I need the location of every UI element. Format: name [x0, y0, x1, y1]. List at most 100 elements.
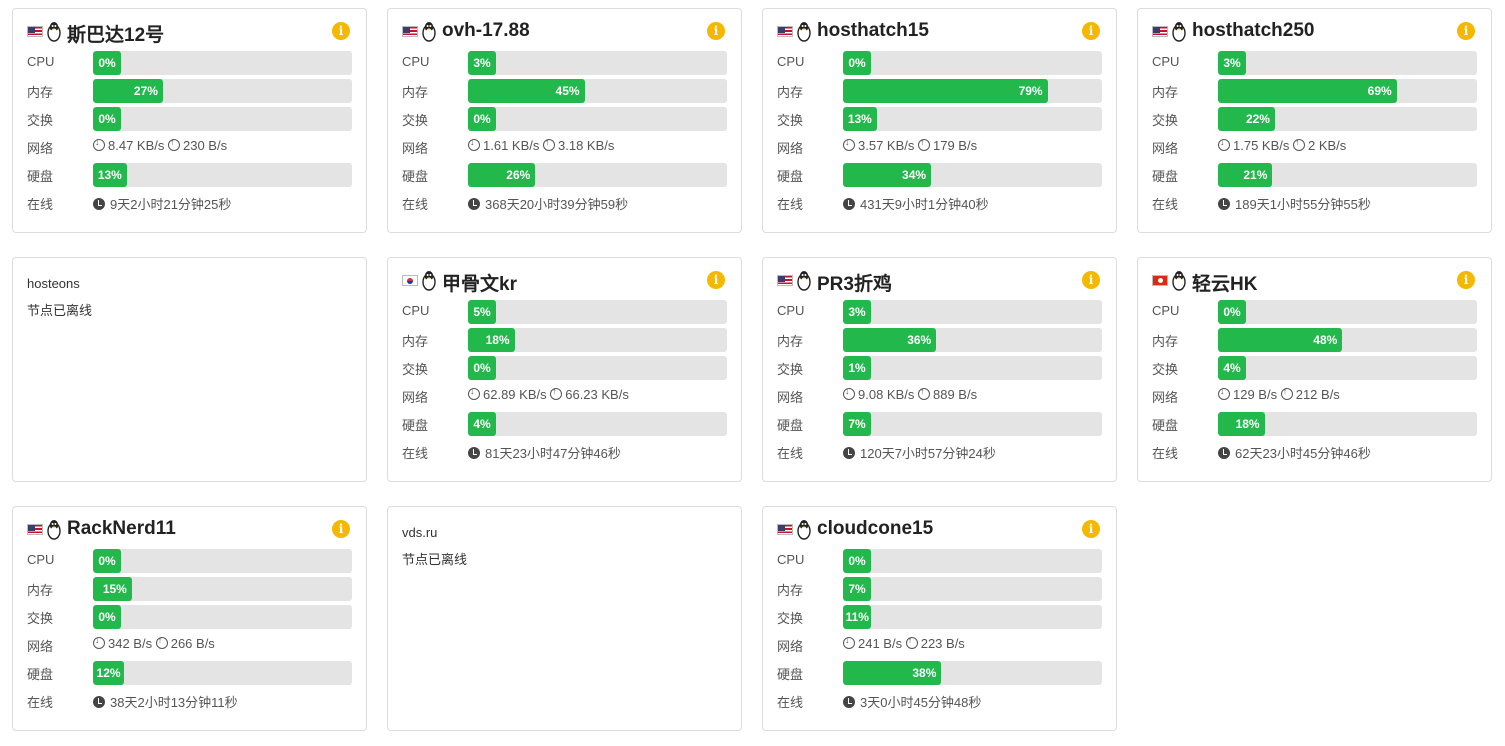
swap-bar-track: 11% — [843, 605, 1102, 629]
memory-row: 内存 48% — [1152, 328, 1477, 352]
disk-bar-fill: 38% — [843, 661, 942, 685]
swap-label: 交换 — [777, 113, 804, 128]
disk-bar-fill: 4% — [468, 412, 496, 436]
cpu-label: CPU — [1152, 303, 1180, 318]
disk-bar-fill: 7% — [843, 412, 871, 436]
server-card[interactable]: cloudcone15 i CPU 0% 内存 7% 交换 11% 硬盘 38% 网络 241 B/s… — [762, 506, 1117, 731]
server-card[interactable]: hosthatch250 i CPU 3% 内存 69% 交换 22% 硬盘 21% 网络 1.75 … — [1137, 8, 1492, 233]
network-row: 网络 342 B/s 266 B/s — [27, 633, 352, 657]
net-download-value: 8.47 KB/s — [108, 138, 165, 153]
disk-row: 硬盘 13% — [27, 163, 352, 187]
server-card[interactable]: ovh-17.88 i CPU 3% 内存 45% 交换 0% 硬盘 26% 网络 1.61 KB/s… — [387, 8, 742, 233]
cpu-bar-track: 5% — [468, 300, 727, 324]
card-header: hosthatch15 i — [777, 19, 1102, 45]
info-icon[interactable]: i — [1457, 22, 1475, 40]
memory-bar-fill: 45% — [468, 79, 585, 103]
network-row: 网络 8.47 KB/s 230 B/s — [27, 135, 352, 159]
download-arrow-icon — [843, 386, 855, 400]
disk-row: 硬盘 34% — [777, 163, 1102, 187]
flag-hk-icon — [1152, 275, 1168, 286]
uptime-label: 在线 — [1152, 197, 1179, 212]
network-label: 网络 — [402, 141, 429, 156]
memory-bar-track: 27% — [93, 79, 352, 103]
swap-bar-fill: 13% — [843, 107, 877, 131]
swap-label: 交换 — [27, 113, 54, 128]
swap-bar-track: 1% — [843, 356, 1102, 380]
upload-arrow-icon — [1280, 386, 1293, 400]
swap-bar-track: 0% — [468, 356, 727, 380]
linux-penguin-icon — [46, 20, 62, 42]
disk-bar-fill: 12% — [93, 661, 125, 685]
info-icon[interactable]: i — [707, 271, 725, 289]
server-card[interactable]: 斯巴达12号 i CPU 0% 内存 27% 交换 0% 硬盘 13% 网络 8.47 KB/s 23… — [12, 8, 367, 233]
download-arrow-icon — [843, 635, 855, 649]
info-icon[interactable]: i — [1082, 22, 1100, 40]
server-card[interactable]: PR3折鸡 i CPU 3% 内存 36% 交换 1% 硬盘 7% 网络 9.08 KB/s 889 … — [762, 257, 1117, 482]
upload-arrow-icon — [905, 635, 918, 649]
server-card[interactable]: 甲骨文kr i CPU 5% 内存 18% 交换 0% 硬盘 4% 网络 62.89 KB/s 66.… — [387, 257, 742, 482]
swap-bar-track: 0% — [93, 107, 352, 131]
memory-row: 内存 69% — [1152, 79, 1477, 103]
memory-label: 内存 — [27, 583, 54, 598]
disk-label: 硬盘 — [1152, 418, 1179, 433]
uptime-row: 在线 189天1小时55分钟55秒 — [1152, 191, 1477, 215]
disk-row: 硬盘 38% — [777, 661, 1102, 685]
card-header: PR3折鸡 i — [777, 268, 1102, 295]
memory-bar-fill: 69% — [1218, 79, 1397, 103]
info-icon[interactable]: i — [1457, 271, 1475, 289]
upload-arrow-icon — [155, 635, 168, 649]
memory-row: 内存 15% — [27, 577, 352, 601]
offline-status: 节点已离线 — [27, 303, 93, 318]
server-card[interactable]: 轻云HK i CPU 0% 内存 48% 交换 4% 硬盘 18% 网络 129 B/s 212 B/… — [1137, 257, 1492, 482]
info-icon[interactable]: i — [332, 520, 350, 538]
server-card[interactable]: hosthatch15 i CPU 0% 内存 79% 交换 13% 硬盘 34% 网络 3.57 K… — [762, 8, 1117, 233]
disk-label: 硬盘 — [777, 418, 804, 433]
linux-penguin-icon — [1171, 20, 1187, 42]
cpu-label: CPU — [27, 54, 55, 69]
network-value: 241 B/s 223 B/s — [843, 635, 965, 651]
swap-row: 交换 22% — [1152, 107, 1477, 131]
swap-bar-fill: 4% — [1218, 356, 1246, 380]
server-name: cloudcone15 — [817, 518, 934, 539]
disk-row: 硬盘 12% — [27, 661, 352, 685]
linux-penguin-icon — [1171, 269, 1187, 291]
cpu-bar-track: 3% — [843, 300, 1102, 324]
memory-bar-track: 69% — [1218, 79, 1477, 103]
server-card[interactable]: hosteons 节点已离线 — [12, 257, 367, 482]
memory-row: 内存 27% — [27, 79, 352, 103]
memory-label: 内存 — [777, 334, 804, 349]
net-download-value: 3.57 KB/s — [858, 138, 915, 153]
server-card[interactable]: RackNerd11 i CPU 0% 内存 15% 交换 0% 硬盘 12% 网络 342 B/s … — [12, 506, 367, 731]
memory-label: 内存 — [1152, 85, 1179, 100]
clock-icon — [1218, 198, 1230, 210]
info-icon[interactable]: i — [332, 22, 350, 40]
swap-row: 交换 0% — [402, 107, 727, 131]
cpu-bar-track: 0% — [93, 549, 352, 573]
info-icon[interactable]: i — [707, 22, 725, 40]
cpu-bar-fill: 5% — [468, 300, 496, 324]
info-icon[interactable]: i — [1082, 520, 1100, 538]
download-arrow-icon — [468, 137, 480, 151]
cpu-label: CPU — [777, 552, 805, 567]
server-card[interactable]: vds.ru 节点已离线 — [387, 506, 742, 731]
cpu-bar-fill: 3% — [843, 300, 871, 324]
swap-bar-fill: 0% — [93, 605, 121, 629]
linux-penguin-icon — [796, 20, 812, 42]
disk-bar-track: 12% — [93, 661, 352, 685]
net-download-value: 9.08 KB/s — [858, 387, 915, 402]
clock-icon — [468, 447, 480, 459]
uptime-value: 9天2小时21分钟25秒 — [93, 194, 231, 213]
swap-label: 交换 — [402, 362, 429, 377]
clock-icon — [93, 198, 105, 210]
info-icon[interactable]: i — [1082, 271, 1100, 289]
uptime-value: 3天0小时45分钟48秒 — [843, 692, 981, 711]
disk-bar-track: 38% — [843, 661, 1102, 685]
cpu-bar-track: 3% — [1218, 51, 1477, 75]
memory-row: 内存 36% — [777, 328, 1102, 352]
uptime-row: 在线 120天7小时57分钟24秒 — [777, 440, 1102, 464]
net-upload-value: 223 B/s — [920, 636, 965, 651]
disk-row: 硬盘 4% — [402, 412, 727, 436]
disk-bar-track: 26% — [468, 163, 727, 187]
cpu-bar-track: 0% — [1218, 300, 1477, 324]
cpu-bar-track: 3% — [468, 51, 727, 75]
